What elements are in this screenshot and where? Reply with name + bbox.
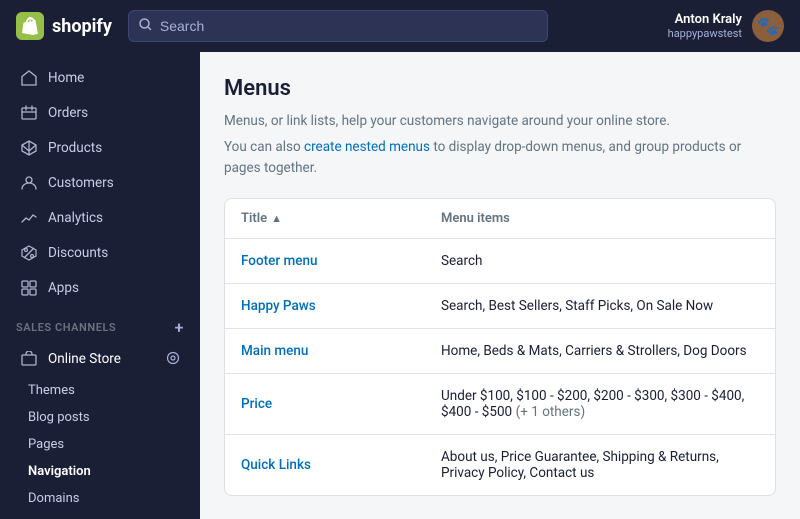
menu-items-footer: Search xyxy=(441,253,759,269)
sidebar-sub-domains[interactable]: Domains xyxy=(0,485,200,512)
sidebar-item-orders[interactable]: Orders xyxy=(4,96,196,130)
domains-label: Domains xyxy=(28,491,79,506)
logo-text: shopify xyxy=(52,16,112,37)
apps-icon xyxy=(20,279,38,297)
price-items-text: Under $100, $100 - $200, $200 - $300, $3… xyxy=(441,388,744,420)
table-row: Footer menu Search xyxy=(225,239,775,284)
page-description: Menus, or link lists, help your customer… xyxy=(224,111,776,131)
menu-title-price: Price xyxy=(241,396,441,412)
shopify-logo-icon xyxy=(16,12,44,40)
menu-title-main-menu: Main menu xyxy=(241,343,441,359)
sidebar-sub-themes[interactable]: Themes xyxy=(0,377,200,404)
avatar[interactable]: 🐾 xyxy=(752,10,784,42)
menu-items-price: Under $100, $100 - $200, $200 - $300, $3… xyxy=(441,388,759,420)
sort-arrow-icon[interactable]: ▲ xyxy=(271,212,282,225)
sidebar-item-customers[interactable]: Customers xyxy=(4,166,196,200)
sidebar-item-discounts-label: Discounts xyxy=(48,245,108,261)
blog-posts-label: Blog posts xyxy=(28,410,90,425)
view-store-icon[interactable] xyxy=(166,351,180,368)
menu-items-quick-links: About us, Price Guarantee, Shipping & Re… xyxy=(441,449,759,481)
top-nav: shopify Anton Kraly happypawstest 🐾 xyxy=(0,0,800,52)
col-items-header: Menu items xyxy=(441,211,759,226)
page-title: Menus xyxy=(224,76,776,101)
create-nested-menus-link[interactable]: create nested menus xyxy=(304,139,430,155)
add-channel-button[interactable]: + xyxy=(175,318,184,337)
user-info: Anton Kraly happypawstest xyxy=(668,12,742,40)
menus-table: Title ▲ Menu items Footer menu Search Ha… xyxy=(224,198,776,496)
sidebar-item-analytics-label: Analytics xyxy=(48,210,103,226)
col-title-header: Title ▲ xyxy=(241,211,441,226)
sidebar-item-online-store[interactable]: Online Store xyxy=(4,342,196,376)
sidebar-sub-pages[interactable]: Pages xyxy=(0,431,200,458)
sidebar-item-products[interactable]: Products xyxy=(4,131,196,165)
sidebar-item-analytics[interactable]: Analytics xyxy=(4,201,196,235)
sidebar: Home Orders Products Customers Analytics xyxy=(0,52,200,519)
quick-links-link[interactable]: Quick Links xyxy=(241,457,311,473)
table-row: Happy Paws Search, Best Sellers, Staff P… xyxy=(225,284,775,329)
sidebar-item-discounts[interactable]: Discounts xyxy=(4,236,196,270)
sidebar-item-apps[interactable]: Apps xyxy=(4,271,196,305)
search-bar[interactable] xyxy=(128,10,548,42)
quick-links-items-text: About us, Price Guarantee, Shipping & Re… xyxy=(441,449,719,481)
sidebar-item-customers-label: Customers xyxy=(48,175,114,191)
sidebar-item-home[interactable]: Home xyxy=(4,61,196,95)
search-icon xyxy=(139,18,152,35)
search-input[interactable] xyxy=(160,18,537,34)
price-link[interactable]: Price xyxy=(241,396,272,412)
sidebar-sub-navigation[interactable]: Navigation xyxy=(0,458,200,485)
sidebar-item-home-label: Home xyxy=(48,70,84,86)
logo[interactable]: shopify xyxy=(16,12,112,40)
menu-items-happy-paws: Search, Best Sellers, Staff Picks, On Sa… xyxy=(441,298,759,314)
menu-title-footer: Footer menu xyxy=(241,253,441,269)
menu-title-quick-links: Quick Links xyxy=(241,457,441,473)
table-row: Price Under $100, $100 - $200, $200 - $3… xyxy=(225,374,775,435)
sidebar-item-orders-label: Orders xyxy=(48,105,88,121)
table-row: Quick Links About us, Price Guarantee, S… xyxy=(225,435,775,495)
desc2-prefix: You can also xyxy=(224,139,304,155)
table-row: Main menu Home, Beds & Mats, Carriers & … xyxy=(225,329,775,374)
sidebar-item-apps-label: Apps xyxy=(48,280,79,296)
col-title-label: Title xyxy=(241,211,267,226)
products-icon xyxy=(20,139,38,157)
pages-label: Pages xyxy=(28,437,64,452)
home-icon xyxy=(20,69,38,87)
navigation-label: Navigation xyxy=(28,464,91,479)
menu-items-main-menu: Home, Beds & Mats, Carriers & Strollers,… xyxy=(441,343,759,359)
menu-title-happy-paws: Happy Paws xyxy=(241,298,441,314)
sidebar-sub-preferences[interactable]: Preferences xyxy=(0,512,200,519)
footer-menu-items-text: Search xyxy=(441,253,482,269)
orders-icon xyxy=(20,104,38,122)
online-store-label: Online Store xyxy=(48,351,121,367)
discounts-icon xyxy=(20,244,38,262)
price-extra-text: (+ 1 others) xyxy=(516,404,586,420)
sidebar-item-products-label: Products xyxy=(48,140,102,156)
table-header: Title ▲ Menu items xyxy=(225,199,775,239)
main-content: Menus Menus, or link lists, help your cu… xyxy=(200,52,800,519)
user-area: Anton Kraly happypawstest 🐾 xyxy=(668,10,784,42)
happy-paws-items-text: Search, Best Sellers, Staff Picks, On Sa… xyxy=(441,298,713,314)
user-name: Anton Kraly xyxy=(668,12,742,27)
user-store: happypawstest xyxy=(668,27,742,40)
page-description-2: You can also create nested menus to disp… xyxy=(224,137,776,178)
online-store-icon xyxy=(20,350,38,368)
customers-icon xyxy=(20,174,38,192)
happy-paws-link[interactable]: Happy Paws xyxy=(241,298,316,314)
main-menu-items-text: Home, Beds & Mats, Carriers & Strollers,… xyxy=(441,343,747,359)
themes-label: Themes xyxy=(28,383,75,398)
sidebar-sub-blog-posts[interactable]: Blog posts xyxy=(0,404,200,431)
footer-menu-link[interactable]: Footer menu xyxy=(241,253,318,269)
analytics-icon xyxy=(20,209,38,227)
main-layout: Home Orders Products Customers Analytics xyxy=(0,52,800,519)
sales-channels-section: SALES CHANNELS + xyxy=(0,306,200,341)
section-title-text: SALES CHANNELS xyxy=(16,321,116,334)
main-menu-link[interactable]: Main menu xyxy=(241,343,308,359)
